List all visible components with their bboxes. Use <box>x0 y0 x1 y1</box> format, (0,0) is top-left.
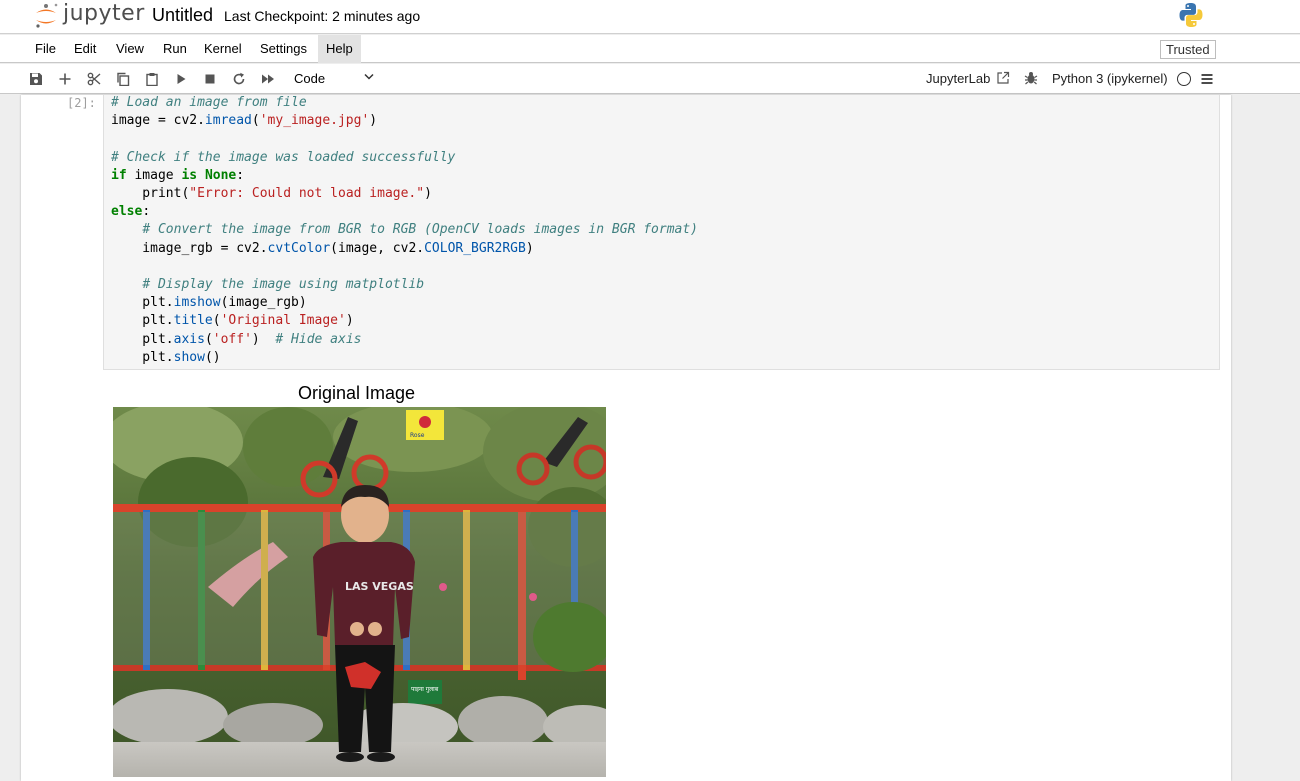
code-cell-editor[interactable]: # Load an image from file image = cv2.im… <box>103 95 1220 370</box>
plant-sign-text: पाइना गुलाब <box>411 686 439 693</box>
run-button[interactable] <box>173 71 189 87</box>
code-line: # Load an image from file <box>111 95 307 110</box>
cut-button[interactable] <box>86 71 102 87</box>
copy-button[interactable] <box>115 71 131 87</box>
external-link-icon[interactable] <box>996 71 1010 85</box>
code-line: plt.show() <box>111 349 221 365</box>
checkpoint-status: Last Checkpoint: 2 minutes ago <box>224 8 421 24</box>
python-logo-icon <box>1179 3 1203 27</box>
menu-help[interactable]: Help <box>318 35 361 63</box>
top-header: jupyter Untitled Last Checkpoint: 2 minu… <box>0 0 1300 34</box>
menu-settings[interactable]: Settings <box>252 35 315 63</box>
hamburger-menu-icon[interactable] <box>1200 72 1214 86</box>
restart-button[interactable] <box>231 71 247 87</box>
menu-view[interactable]: View <box>108 35 152 63</box>
code-line: # Display the image using matplotlib <box>142 277 425 293</box>
code-line: image_rgb = cv2.cvtColor(image, cv2.COLO… <box>111 240 534 256</box>
debugger-bug-icon[interactable] <box>1024 71 1038 85</box>
trusted-indicator[interactable]: Trusted <box>1160 40 1216 59</box>
open-jupyterlab-link[interactable]: JupyterLab <box>926 71 990 86</box>
save-button[interactable] <box>28 71 44 87</box>
garden-photo-image: Rose पाइना गुलाब LAS VEGAS <box>113 407 606 777</box>
code-line: # Convert the image from BGR to RGB (Ope… <box>142 222 699 238</box>
kernel-name[interactable]: Python 3 (ipykernel) <box>1052 71 1168 86</box>
rose-sign-text: Rose <box>410 432 425 439</box>
code-content: # Load an image from file image = cv2.im… <box>111 95 698 367</box>
output-photo: Rose पाइना गुलाब LAS VEGAS <box>113 407 606 777</box>
code-line: print("Error: Could not load image.") <box>111 186 432 202</box>
shirt-text: LAS VEGAS <box>345 580 414 593</box>
menu-file[interactable]: File <box>27 35 64 63</box>
jupyter-logo[interactable]: jupyter <box>33 1 144 30</box>
menu-kernel[interactable]: Kernel <box>196 35 250 63</box>
kernel-status-idle-icon <box>1177 72 1191 86</box>
output-image-title: Original Image <box>298 383 416 403</box>
cell-prompt: [2]: <box>67 96 96 110</box>
code-line: if image is None: <box>111 167 245 183</box>
stop-icon <box>205 74 215 84</box>
cell-type-value: Code <box>294 71 326 86</box>
clipboard-icon <box>146 73 158 86</box>
notebook-title[interactable]: Untitled <box>152 5 213 26</box>
jupyter-logo-text: jupyter <box>63 1 145 26</box>
code-line: else: <box>111 204 151 220</box>
play-icon <box>177 74 186 84</box>
copy-icon <box>117 72 130 86</box>
menubar: File Edit View Run Kernel Settings Help … <box>0 35 1300 63</box>
code-line: plt.axis('off') # Hide axis <box>111 331 362 347</box>
menu-run[interactable]: Run <box>155 35 195 63</box>
interrupt-button[interactable] <box>202 71 218 87</box>
code-line: plt.imshow(image_rgb) <box>111 295 307 311</box>
save-icon <box>30 73 42 85</box>
plus-icon <box>59 73 71 85</box>
restart-icon <box>233 72 245 85</box>
notebook-toolbar: Code JupyterLab Python 3 (ipykernel) <box>0 64 1300 94</box>
scissors-icon <box>87 72 101 86</box>
jupyter-logo-icon <box>36 3 58 28</box>
cell-type-select[interactable]: Code <box>290 68 380 90</box>
code-line: image = cv2.imread('my_image.jpg') <box>111 113 378 129</box>
restart-run-all-button[interactable] <box>260 71 276 87</box>
paste-button[interactable] <box>144 71 160 87</box>
add-cell-button[interactable] <box>57 71 73 87</box>
chevron-down-icon <box>364 73 374 80</box>
fast-forward-icon <box>262 74 274 84</box>
code-line: plt.title('Original Image') <box>111 313 354 329</box>
menu-edit[interactable]: Edit <box>66 35 104 63</box>
notebook-panel[interactable]: [2]: # Load an image from file image = c… <box>21 95 1231 781</box>
code-line: # Check if the image was loaded successf… <box>111 149 456 165</box>
